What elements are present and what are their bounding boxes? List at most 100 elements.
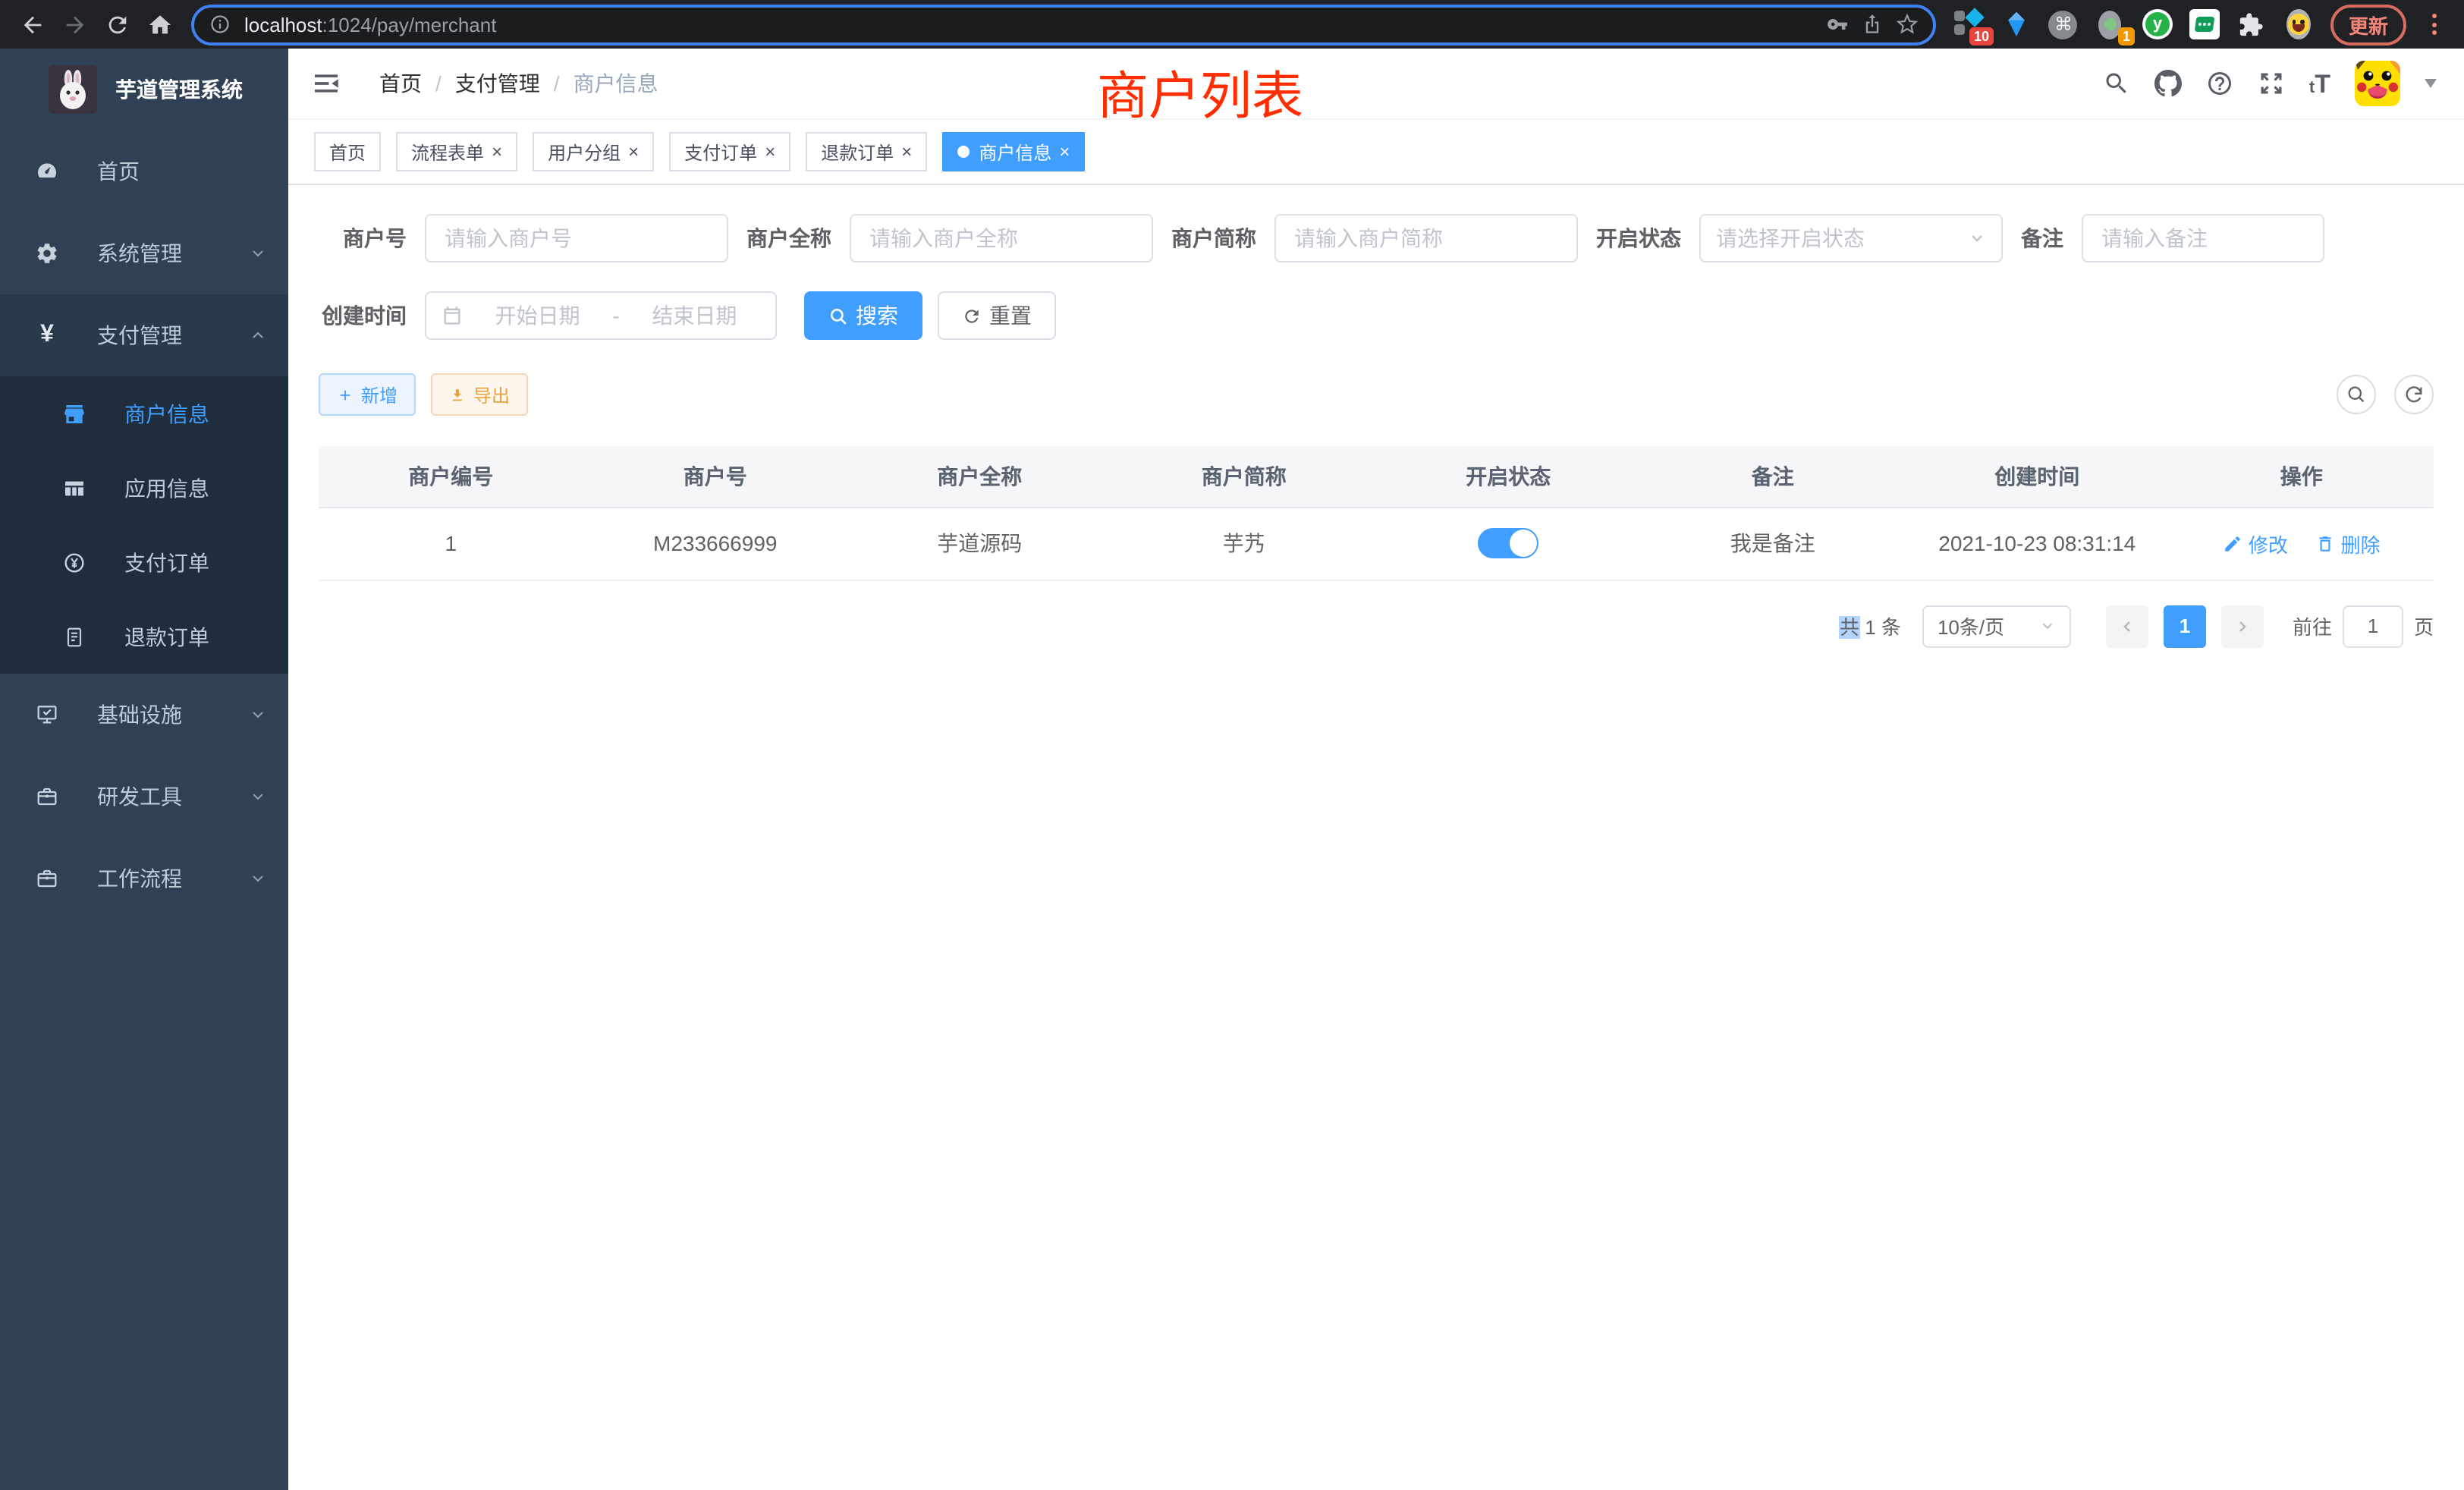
column-header[interactable]: 商户编号	[319, 446, 583, 507]
close-icon[interactable]: ×	[1059, 143, 1070, 161]
page-size-select[interactable]: 10条/页	[1922, 605, 2071, 647]
tab-pay-order[interactable]: 支付订单×	[669, 132, 790, 171]
search-button-label: 搜索	[856, 300, 898, 331]
status-select[interactable]: 请选择开启状态	[1699, 214, 2003, 262]
tab-merchant-info[interactable]: 商户信息×	[942, 132, 1085, 171]
merchant-no-input[interactable]	[425, 214, 728, 262]
chevron-left-icon	[2118, 617, 2136, 635]
reset-button[interactable]: 重置	[938, 291, 1056, 340]
tab-refund-order[interactable]: 退款订单×	[806, 132, 927, 171]
page-content: 商户号 商户全称 商户简称 开启状态 请选择开启状态	[288, 185, 2464, 1490]
browser-refresh-icon[interactable]	[97, 5, 137, 44]
search-button[interactable]: 搜索	[804, 291, 922, 340]
extension-tiles-icon[interactable]: 10	[1954, 9, 1985, 39]
sidebar-item-pay-order[interactable]: 支付订单	[0, 525, 288, 599]
next-page-button[interactable]	[2221, 605, 2264, 647]
status-toggle[interactable]	[1478, 528, 1538, 558]
table-toolbar: 新增 导出	[319, 373, 2434, 416]
site-info-icon[interactable]	[209, 14, 231, 35]
extensions-puzzle-icon[interactable]	[2236, 9, 2267, 39]
share-icon[interactable]	[1862, 14, 1883, 35]
password-key-icon[interactable]	[1827, 14, 1848, 35]
screen: localhost:1024/pay/merchant 10 ⌘ 1 y 更新	[0, 0, 2464, 1490]
header-search-icon[interactable]	[2103, 70, 2130, 97]
column-header[interactable]: 创建时间	[1905, 446, 2170, 507]
bookmark-star-icon[interactable]	[1897, 14, 1918, 35]
column-header[interactable]: 商户号	[583, 446, 848, 507]
chevron-down-icon	[249, 244, 267, 262]
column-header[interactable]: 开启状态	[1376, 446, 1641, 507]
extension-command-icon[interactable]: ⌘	[2048, 9, 2079, 39]
tab-home[interactable]: 首页	[314, 132, 381, 171]
remark-input[interactable]	[2082, 214, 2324, 262]
fullscreen-icon[interactable]	[2258, 70, 2285, 97]
close-icon[interactable]: ×	[628, 143, 639, 161]
sidebar-logo-row[interactable]: 芋道管理系统	[0, 49, 288, 130]
column-header[interactable]: 操作	[2170, 446, 2434, 507]
avatar-dropdown-caret[interactable]	[2425, 79, 2437, 88]
tab-user-group[interactable]: 用户分组×	[533, 132, 654, 171]
goto-label: 前往	[2293, 611, 2332, 640]
sidebar-collapse-icon[interactable]	[311, 68, 341, 99]
profile-emoji-icon[interactable]	[2283, 9, 2314, 39]
user-avatar[interactable]	[2355, 61, 2400, 106]
add-button[interactable]: 新增	[319, 373, 416, 416]
field-label: 商户全称	[743, 223, 831, 253]
refresh-table-button[interactable]	[2394, 375, 2434, 414]
sidebar-item-workflow[interactable]: 工作流程	[0, 838, 288, 919]
github-icon[interactable]	[2154, 70, 2182, 97]
address-bar[interactable]: localhost:1024/pay/merchant	[191, 4, 1936, 45]
page-number-current[interactable]: 1	[2164, 605, 2206, 647]
table-header-row: 商户编号 商户号 商户全称 商户简称 开启状态 备注 创建时间 操作	[319, 446, 2434, 507]
close-icon[interactable]: ×	[492, 143, 502, 161]
column-header[interactable]: 备注	[1641, 446, 1906, 507]
goto-page-input[interactable]	[2343, 605, 2403, 647]
extension-gem-icon[interactable]	[2001, 9, 2032, 39]
field-label: 商户简称	[1168, 223, 1256, 253]
date-range-picker[interactable]: 开始日期 - 结束日期	[425, 291, 777, 340]
tab-process-form[interactable]: 流程表单×	[396, 132, 517, 171]
breadcrumb-item[interactable]: 支付管理	[455, 68, 540, 99]
prev-page-button[interactable]	[2106, 605, 2148, 647]
short-name-input[interactable]	[1274, 214, 1578, 262]
extension-y-icon[interactable]: y	[2142, 9, 2173, 39]
full-name-input[interactable]	[850, 214, 1153, 262]
field-label: 商户号	[319, 223, 407, 253]
sidebar-item-infrastructure[interactable]: 基础设施	[0, 674, 288, 756]
sidebar-item-refund-order[interactable]: 退款订单	[0, 599, 288, 674]
extension-chat-icon[interactable]	[2189, 9, 2220, 39]
help-icon[interactable]	[2206, 70, 2233, 97]
browser-home-icon[interactable]	[140, 5, 179, 44]
close-icon[interactable]: ×	[901, 143, 912, 161]
browser-menu-icon[interactable]	[2423, 14, 2446, 35]
sidebar-item-home[interactable]: 首页	[0, 130, 288, 212]
pagination-total: 共 1 条	[1840, 611, 1901, 640]
font-size-icon[interactable]: tT	[2309, 71, 2330, 96]
browser-back-icon[interactable]	[12, 5, 52, 44]
column-header[interactable]: 商户简称	[1112, 446, 1377, 507]
edit-link[interactable]: 修改	[2223, 529, 2288, 558]
extension-area: 10 ⌘ 1 y 更新	[1948, 4, 2452, 45]
show-search-toggle-button[interactable]	[2337, 375, 2376, 414]
tags-view-bar: 首页 流程表单× 用户分组× 支付订单× 退款订单× 商户信息×	[288, 118, 2464, 185]
delete-link[interactable]: 删除	[2315, 529, 2381, 558]
app-title: 芋道管理系统	[115, 74, 243, 105]
sidebar-item-dev-tools[interactable]: 研发工具	[0, 756, 288, 838]
sidebar-item-system[interactable]: 系统管理	[0, 212, 288, 294]
date-start-placeholder: 开始日期	[472, 300, 603, 331]
extension-egg-icon[interactable]: 1	[2095, 9, 2126, 39]
page-unit-label: 页	[2414, 611, 2434, 640]
export-button[interactable]: 导出	[431, 373, 528, 416]
sidebar-item-app-info[interactable]: 应用信息	[0, 451, 288, 525]
column-header[interactable]: 商户全称	[847, 446, 1112, 507]
breadcrumb-item[interactable]: 首页	[379, 68, 422, 99]
browser-update-button[interactable]: 更新	[2330, 4, 2406, 45]
sidebar-item-merchant-info[interactable]: 商户信息	[0, 376, 288, 451]
chevron-up-icon	[249, 326, 267, 344]
sidebar-payment-submenu: 商户信息 应用信息 支付订单 退款订单	[0, 376, 288, 674]
browser-forward-icon[interactable]	[55, 5, 94, 44]
close-icon[interactable]: ×	[765, 143, 775, 161]
plus-icon	[337, 386, 354, 403]
sidebar-item-payment[interactable]: ¥ 支付管理	[0, 294, 288, 376]
url-host: localhost	[244, 13, 322, 36]
